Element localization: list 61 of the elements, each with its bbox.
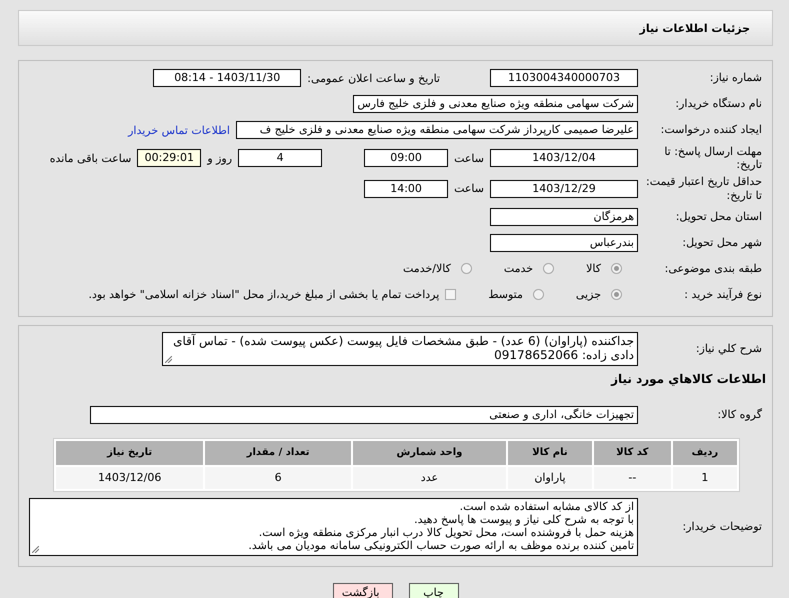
field-label: ساعت: [454, 182, 484, 196]
page-title: جزئیات اطلاعات نیاز: [18, 10, 773, 46]
field-label: نام دستگاه خریدار:: [674, 97, 763, 111]
date-field: 1403/12/04: [490, 149, 638, 168]
section-heading: اطلاعات کالاهاي مورد نياز: [610, 372, 767, 386]
requester-field: علیرضا صمیمی کارپرداز شرکت سهامی منطقه ویژه صنایع معدنی و فلزی خلیج ف: [236, 121, 638, 139]
days-field: 4: [238, 149, 322, 168]
field-label: حداقل تاریخ اعتبار قیمت: تا تاریخ:: [645, 175, 763, 202]
field-label: طبقه بندی موضوعی:: [664, 262, 763, 276]
field-label: استان محل تحویل:: [674, 210, 763, 224]
field-label: ساعت باقی مانده: [50, 152, 132, 165]
checkbox[interactable]: [445, 289, 456, 300]
radio-button[interactable]: [532, 289, 544, 300]
field-label: توضیحات خریدار:: [682, 520, 763, 534]
column-header: ردیف: [672, 440, 737, 465]
radio-button[interactable]: [611, 289, 622, 300]
table-cell: عدد: [352, 466, 506, 489]
city-field: بندرعباس: [490, 234, 638, 252]
field-label: گروه کالا:: [716, 408, 763, 422]
field-label: ساعت: [454, 152, 484, 165]
field-label: شرح کلي نياز:: [694, 342, 763, 356]
column-header: تعداد / مقدار: [205, 440, 351, 465]
table-cell: --: [594, 466, 671, 489]
need-number-field: 1103004340000703: [490, 69, 638, 87]
column-header: واحد شمارش: [352, 440, 506, 465]
announce-date-field: 1403/11/30 - 08:14: [153, 69, 302, 87]
option-label: کالا: [586, 262, 601, 276]
radio-button[interactable]: [460, 263, 472, 274]
remaining-time-field: 00:29:01: [137, 149, 202, 168]
resize-grip-icon[interactable]: [165, 356, 172, 363]
field-label: تاریخ و ساعت اعلان عمومی:: [307, 72, 440, 84]
radio-button[interactable]: [543, 263, 554, 274]
field-label: روز و: [207, 152, 232, 165]
column-header: نام کالا: [508, 440, 592, 465]
table-cell: 1403/12/06: [56, 466, 204, 489]
field-label: شماره نیاز:: [708, 71, 763, 85]
contact-link[interactable]: اطلاعات تماس خریدار: [128, 124, 230, 136]
field-label: مهلت ارسال پاسخ: تا تاریخ:: [663, 145, 763, 172]
radio-button[interactable]: [611, 263, 622, 274]
field-label: نوع فرآیند خرید :: [683, 288, 763, 302]
description-field: جداکننده (پاراوان) (6 عدد) - طبق مشخصات فایل پیوست (عکس پیوست شده) - تماس آقای دادی زاده: 09178652066: [162, 332, 638, 366]
resize-grip-icon[interactable]: [32, 546, 39, 553]
option-label: متوسط: [488, 288, 523, 302]
column-header: کد کالا: [594, 440, 671, 465]
buyer-field: شرکت سهامی منطقه ویژه صنایع معدنی و فلزی خلیج فارس: [353, 95, 638, 113]
goods-group-field: تجهیزات خانگی، اداری و صنعتی: [90, 406, 638, 424]
option-label: خدمت: [504, 262, 534, 276]
field-label: شهر محل تحویل:: [681, 236, 763, 250]
province-field: هرمزگان: [490, 208, 638, 226]
buyer-notes-field: از کد کالای مشابه استفاده شده است. با توجه به شرح کلی نیاز و پیوست ها پاسخ دهید. هزینه حمل با فروشنده است، محل تحویل کالا درب انبار مرکزی منطقه ویژه است. تامین کننده برنده موظف به ارائه صورت حساب الکترونیکی سامانه مودیان می باشد.: [29, 498, 638, 556]
table-cell: 6: [205, 466, 351, 489]
time-field: 14:00: [364, 180, 448, 198]
table-cell: 1: [672, 466, 737, 489]
payment-note: پرداخت تمام یا بخشی از مبلغ خرید،از محل "اسناد خزانه اسلامی" خواهد بود.: [88, 288, 440, 302]
column-header: تاریخ نیاز: [56, 440, 204, 465]
field-label: ایجاد کننده درخواست:: [660, 123, 763, 137]
table-cell: پاراوان: [508, 466, 592, 489]
option-label: جزیی: [576, 288, 601, 302]
date-field: 1403/12/29: [490, 180, 638, 198]
option-label: کالا/خدمت: [403, 262, 451, 276]
time-field: 09:00: [364, 149, 448, 168]
